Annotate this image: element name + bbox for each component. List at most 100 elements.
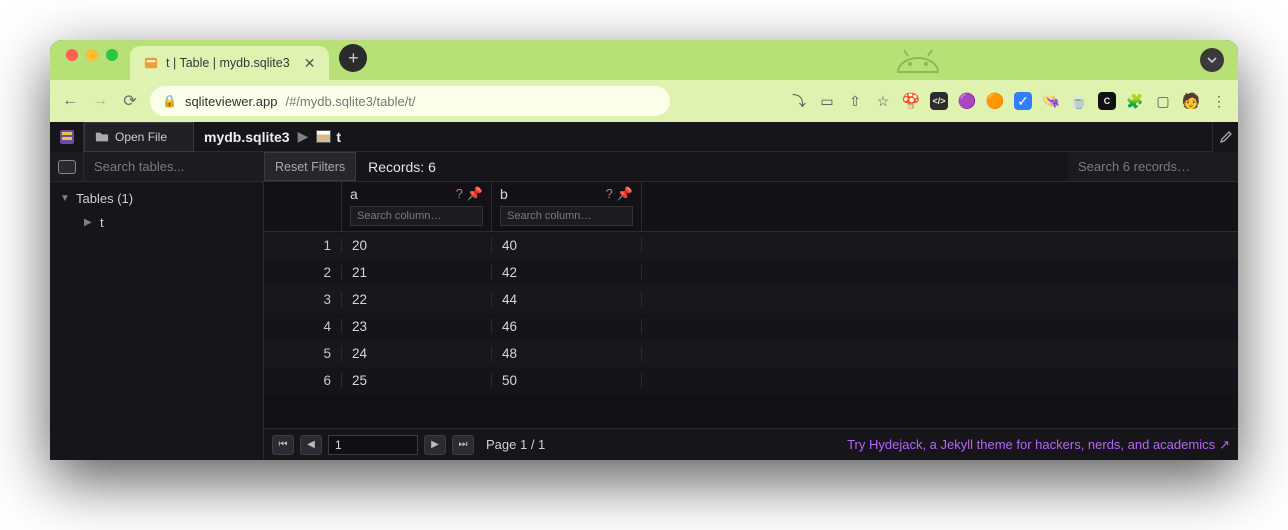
app-logo-icon xyxy=(50,122,84,152)
maximize-window-icon[interactable] xyxy=(106,49,118,61)
cell-b[interactable]: 50 xyxy=(492,373,642,388)
table-row[interactable]: 52448 xyxy=(264,340,1238,367)
tables-header-label: Tables (1) xyxy=(76,191,133,206)
extension-icon[interactable]: 🟠 xyxy=(986,92,1004,110)
cell-b[interactable]: 44 xyxy=(492,292,642,307)
table-row[interactable]: 62550 xyxy=(264,367,1238,394)
screenshot-button[interactable] xyxy=(50,152,84,181)
edit-button[interactable] xyxy=(1212,122,1238,152)
cell-a[interactable]: 22 xyxy=(342,292,492,307)
column-type-icon[interactable]: ? xyxy=(456,186,463,202)
favicon-icon xyxy=(144,56,158,70)
pin-column-icon[interactable]: 📌 xyxy=(467,186,483,202)
minimize-window-icon[interactable] xyxy=(86,49,98,61)
row-number: 4 xyxy=(264,319,342,334)
url-bar[interactable]: 🔒 sqliteviewer.app/#/mydb.sqlite3/table/… xyxy=(150,86,670,116)
row-number: 3 xyxy=(264,292,342,307)
table-row[interactable]: 12040 xyxy=(264,232,1238,259)
extension-icon[interactable]: 🍵 xyxy=(1070,92,1088,110)
forward-button[interactable]: → xyxy=(90,92,110,110)
page-label: Page 1 / 1 xyxy=(486,437,545,452)
cell-b[interactable]: 46 xyxy=(492,319,642,334)
app-toolbar: Reset Filters Records: 6 xyxy=(50,152,1238,182)
table-row[interactable]: 32244 xyxy=(264,286,1238,313)
reset-filters-label: Reset Filters xyxy=(275,160,345,174)
table-row[interactable]: 22142 xyxy=(264,259,1238,286)
cell-b[interactable]: 40 xyxy=(492,238,642,253)
first-page-button[interactable]: ⏮ xyxy=(272,435,294,455)
profile-avatar-icon[interactable]: 🧑 xyxy=(1182,92,1200,110)
breadcrumb-db[interactable]: mydb.sqlite3 xyxy=(204,129,290,145)
pager: ⏮ ◀ ▶ ⏭ Page 1 / 1 Try Hydejack, a Jekyl… xyxy=(264,428,1238,460)
toolbar-actions: ⤵ ▭ ⇧ ☆ 🍄 </> 🟣 🟠 ✓ 👒 🍵 C 🧩 ▢ 🧑 ⋮ xyxy=(790,92,1228,110)
back-button[interactable]: ← xyxy=(60,92,80,110)
tables-tree-header[interactable]: ▼ Tables (1) xyxy=(50,186,263,210)
browser-tab[interactable]: t | Table | mydb.sqlite3 ✕ xyxy=(130,46,329,80)
cell-a[interactable]: 25 xyxy=(342,373,492,388)
tab-strip: t | Table | mydb.sqlite3 ✕ + xyxy=(50,40,1238,80)
panel-icon[interactable]: ▢ xyxy=(1154,92,1172,110)
grid-body[interactable]: 120402214232244423465244862550 xyxy=(264,232,1238,428)
extension-icon[interactable]: 🟣 xyxy=(958,92,976,110)
column-header-b[interactable]: b ?📌 xyxy=(492,182,642,232)
external-link-icon: ↗ xyxy=(1219,437,1230,452)
extension-icon[interactable]: ✓ xyxy=(1014,92,1032,110)
column-search-input[interactable] xyxy=(500,206,633,226)
app-top-bar: Open File mydb.sqlite3 ▶ t xyxy=(50,122,1238,152)
reset-filters-button[interactable]: Reset Filters xyxy=(264,152,356,181)
data-grid: a ?📌 b ?📌 120402214232244423465244862550… xyxy=(264,182,1238,460)
open-file-button[interactable]: Open File xyxy=(84,122,194,152)
records-count: Records: 6 xyxy=(356,152,448,181)
column-type-icon[interactable]: ? xyxy=(606,186,613,202)
extension-icon[interactable]: 🍄 xyxy=(902,92,920,110)
install-app-icon[interactable]: ⤵ xyxy=(790,92,808,110)
column-search-input[interactable] xyxy=(350,206,483,226)
row-number: 5 xyxy=(264,346,342,361)
cell-b[interactable]: 48 xyxy=(492,346,642,361)
extension-icon[interactable]: C xyxy=(1098,92,1116,110)
row-number: 1 xyxy=(264,238,342,253)
extension-icon[interactable]: </> xyxy=(930,92,948,110)
next-page-button[interactable]: ▶ xyxy=(424,435,446,455)
cell-a[interactable]: 21 xyxy=(342,265,492,280)
extensions-puzzle-icon[interactable]: 🧩 xyxy=(1126,92,1144,110)
cell-a[interactable]: 24 xyxy=(342,346,492,361)
browser-window: t | Table | mydb.sqlite3 ✕ + ← → ⟳ 🔒 sql… xyxy=(50,40,1238,460)
pin-column-icon[interactable]: 📌 xyxy=(617,186,633,202)
app-main: ▼ Tables (1) ▶ t a ?📌 b xyxy=(50,182,1238,460)
extension-icon[interactable]: 👒 xyxy=(1042,92,1060,110)
lock-icon: 🔒 xyxy=(162,94,177,108)
breadcrumb-table-name: t xyxy=(336,129,341,145)
sidebar-table-item[interactable]: ▶ t xyxy=(50,210,263,234)
column-header-a[interactable]: a ?📌 xyxy=(342,182,492,232)
close-window-icon[interactable] xyxy=(66,49,78,61)
search-records-input[interactable] xyxy=(1068,152,1238,181)
rownum-header xyxy=(264,182,342,231)
close-tab-icon[interactable]: ✕ xyxy=(304,55,316,72)
app-root: Open File mydb.sqlite3 ▶ t Reset Filters… xyxy=(50,122,1238,460)
tab-title: t | Table | mydb.sqlite3 xyxy=(166,56,290,70)
pencil-icon xyxy=(1219,130,1233,144)
prev-page-button[interactable]: ◀ xyxy=(300,435,322,455)
cell-b[interactable]: 42 xyxy=(492,265,642,280)
page-number-input[interactable] xyxy=(328,435,418,455)
folder-icon xyxy=(95,130,109,144)
kebab-menu-icon[interactable]: ⋮ xyxy=(1210,92,1228,110)
table-row[interactable]: 42346 xyxy=(264,313,1238,340)
share-icon[interactable]: ⇧ xyxy=(846,92,864,110)
new-tab-button[interactable]: + xyxy=(339,44,367,72)
last-page-button[interactable]: ⏭ xyxy=(452,435,474,455)
cell-a[interactable]: 20 xyxy=(342,238,492,253)
cell-a[interactable]: 23 xyxy=(342,319,492,334)
table-icon xyxy=(316,130,331,143)
sidebar: ▼ Tables (1) ▶ t xyxy=(50,182,264,460)
window-controls[interactable] xyxy=(66,49,118,61)
bookmark-star-icon[interactable]: ☆ xyxy=(874,92,892,110)
page-icon[interactable]: ▭ xyxy=(818,92,836,110)
reload-button[interactable]: ⟳ xyxy=(120,91,140,111)
promo-link[interactable]: Try Hydejack, a Jekyll theme for hackers… xyxy=(847,437,1230,453)
breadcrumb-table[interactable]: t xyxy=(316,129,341,145)
tab-overflow-button[interactable] xyxy=(1200,48,1224,72)
search-tables-input[interactable] xyxy=(84,152,264,181)
promo-link-text: Try Hydejack, a Jekyll theme for hackers… xyxy=(847,437,1215,452)
